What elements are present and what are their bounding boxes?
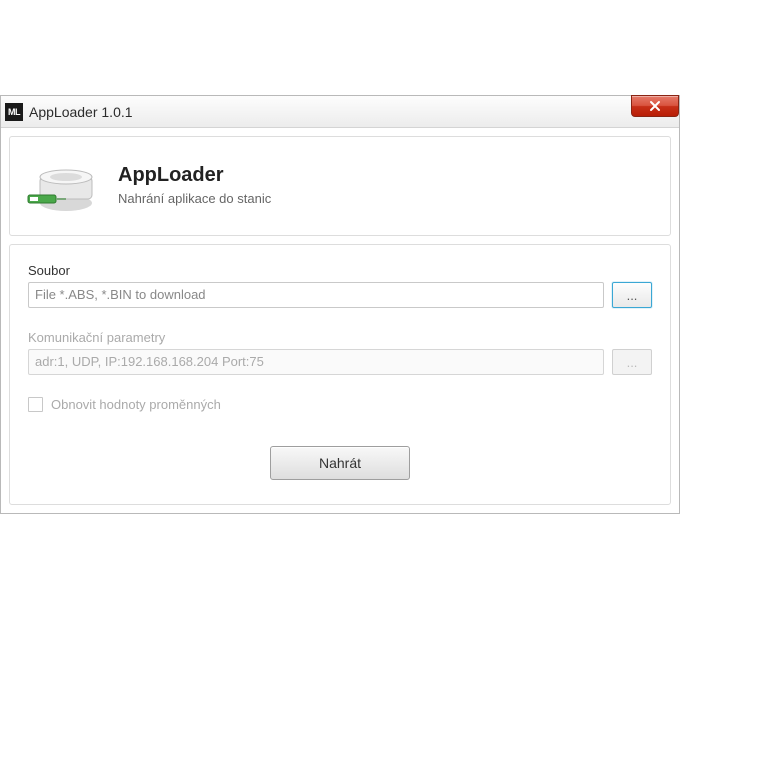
- header-subtitle: Nahrání aplikace do stanic: [118, 191, 271, 206]
- file-input[interactable]: File *.ABS, *.BIN to download: [28, 282, 604, 308]
- client-area: AppLoader Nahrání aplikace do stanic Sou…: [1, 136, 679, 505]
- action-row: Nahrát: [28, 446, 652, 480]
- close-button[interactable]: [631, 95, 679, 117]
- restore-label: Obnovit hodnoty proměnných: [51, 397, 221, 412]
- app-icon: ML: [5, 103, 23, 121]
- restore-checkbox-row[interactable]: Obnovit hodnoty proměnných: [28, 397, 652, 412]
- body-panel: Soubor File *.ABS, *.BIN to download ...…: [9, 244, 671, 505]
- header-panel: AppLoader Nahrání aplikace do stanic: [9, 136, 671, 236]
- file-field-group: Soubor File *.ABS, *.BIN to download ...: [28, 263, 652, 308]
- header-title: AppLoader: [118, 164, 271, 187]
- app-window: ML AppLoader 1.0.1 AppLoader Nahrání apl…: [0, 95, 680, 514]
- file-label: Soubor: [28, 263, 652, 278]
- window-title: AppLoader 1.0.1: [29, 104, 133, 120]
- comm-browse-button: ...: [612, 349, 652, 375]
- close-icon: [649, 100, 661, 112]
- header-text: AppLoader Nahrání aplikace do stanic: [118, 164, 271, 206]
- comm-input: adr:1, UDP, IP:192.168.168.204 Port:75: [28, 349, 604, 375]
- file-browse-button[interactable]: ...: [612, 282, 652, 308]
- drive-icon: [26, 155, 96, 215]
- upload-button[interactable]: Nahrát: [270, 446, 410, 480]
- comm-field-group: Komunikační parametry adr:1, UDP, IP:192…: [28, 330, 652, 375]
- restore-checkbox[interactable]: [28, 397, 43, 412]
- titlebar[interactable]: ML AppLoader 1.0.1: [1, 96, 679, 128]
- comm-label: Komunikační parametry: [28, 330, 652, 345]
